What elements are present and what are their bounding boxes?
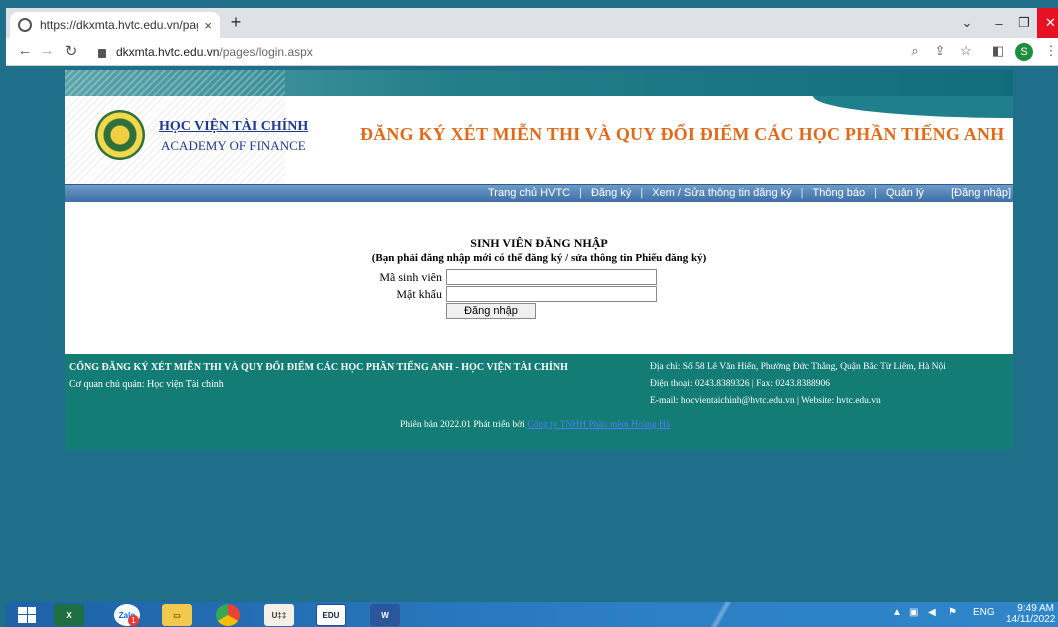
student-id-input[interactable]: [446, 269, 657, 285]
reload-icon[interactable]: ↻: [60, 42, 82, 60]
site-header: HỌC VIỆN TÀI CHÍNH ACADEMY OF FINANCE ĐĂ…: [65, 96, 1013, 184]
profile-avatar[interactable]: S: [1015, 43, 1033, 61]
main-menu: Trang chủ HVTC | Đăng ký | Xem / Sửa thông…: [65, 184, 1013, 202]
network-icon[interactable]: ▣: [909, 607, 918, 618]
browser-tab[interactable]: https://dkxmta.hvtc.edu.vn/page ×: [10, 12, 220, 38]
forward-arrow-icon[interactable]: →: [36, 42, 58, 59]
login-button[interactable]: Đăng nhập: [446, 303, 536, 319]
globe-icon: [18, 18, 32, 32]
school-name-en: ACADEMY OF FINANCE: [161, 138, 306, 153]
file-explorer-icon[interactable]: ▭: [162, 604, 192, 626]
show-hidden-icons-icon[interactable]: ▲: [892, 607, 902, 618]
browser-toolbar: ← → ↻ dkxmta.hvtc.edu.vn/pages/login.asp…: [6, 38, 1058, 66]
word-icon[interactable]: W: [370, 604, 400, 626]
language-indicator[interactable]: ENG: [973, 607, 995, 618]
back-arrow-icon[interactable]: ←: [14, 42, 36, 59]
address-bar[interactable]: dkxmta.hvtc.edu.vn/pages/login.aspx: [98, 42, 888, 62]
zoom-icon[interactable]: ⌕: [906, 43, 924, 59]
footer-phone: Điện thoại: 0243.8389326 | Fax: 0243.838…: [650, 379, 831, 389]
tab-title: https://dkxmta.hvtc.edu.vn/page: [40, 18, 199, 32]
login-panel: SINH VIÊN ĐĂNG NHẬP (Bạn phải đăng nhập …: [65, 202, 1013, 354]
volume-icon[interactable]: ◀: [928, 607, 936, 618]
academy-logo: [95, 110, 145, 160]
side-panel-icon[interactable]: ◧: [989, 43, 1007, 59]
notification-badge: 1: [128, 615, 139, 626]
new-tab-button[interactable]: +: [224, 12, 248, 33]
clock-time: 9:49 AM: [1017, 603, 1054, 614]
developer-link[interactable]: Công ty TNHH Phần mềm Hoàng Hà: [527, 420, 670, 430]
start-button[interactable]: [14, 603, 40, 626]
windows-logo-icon: [18, 606, 36, 623]
footer-owner: Cơ quan chủ quản: Học viện Tài chính: [69, 379, 224, 390]
bookmark-star-icon[interactable]: ☆: [957, 43, 975, 59]
action-center-flag-icon[interactable]: ⚑: [948, 607, 957, 618]
system-clock[interactable]: 9:49 AM 14/11/2022: [1006, 603, 1056, 625]
footer-email: E-mail: hocvientaichinh@hvtc.edu.vn | We…: [650, 396, 881, 406]
tab-close-icon[interactable]: ×: [204, 18, 212, 33]
top-decor-stripe: [65, 70, 1013, 96]
login-note: (Bạn phải đăng nhập mới có thể đăng ký /…: [371, 252, 707, 264]
close-window-button[interactable]: ✕: [1037, 8, 1058, 38]
menu-item-register[interactable]: Đăng ký: [582, 187, 640, 199]
edu-icon[interactable]: EDU: [316, 604, 346, 626]
restore-button[interactable]: ❐: [1011, 8, 1037, 38]
student-id-label: Mã sinh viên: [379, 270, 442, 284]
version-text: Phiên bản 2022.01 Phát triển bởi: [400, 420, 525, 430]
password-input[interactable]: [446, 286, 657, 302]
menu-item-notices[interactable]: Thông báo: [804, 187, 875, 199]
login-link[interactable]: [Đăng nhập]: [951, 187, 1011, 199]
menu-item-manage[interactable]: Quản lý: [877, 187, 933, 199]
minimize-button[interactable]: –: [984, 8, 1014, 38]
school-name-vi[interactable]: HỌC VIỆN TÀI CHÍNH: [159, 119, 308, 135]
share-icon[interactable]: ⇪: [931, 43, 949, 59]
browser-tab-bar: https://dkxmta.hvtc.edu.vn/page × + ⌄ – …: [6, 8, 1058, 38]
banner-title: ĐĂNG KÝ XÉT MIỄN THI VÀ QUY ĐỔI ĐIỂM CÁC…: [360, 124, 1005, 144]
lock-icon: [98, 48, 106, 58]
footer-address: Địa chỉ: Số 58 Lê Văn Hiến, Phường Đức T…: [650, 362, 946, 372]
more-menu-icon[interactable]: ⋮: [1042, 43, 1058, 59]
header-wave-decor: [813, 96, 1013, 118]
web-page: HỌC VIỆN TÀI CHÍNH ACADEMY OF FINANCE ĐĂ…: [65, 70, 1013, 450]
site-footer: CỔNG ĐĂNG KÝ XÉT MIỄN THI VÀ QUY ĐỔI ĐIỂ…: [65, 354, 1013, 450]
ut-maker-icon[interactable]: U‡‡: [264, 604, 294, 626]
menu-item-view-edit[interactable]: Xem / Sửa thông tin đăng ký: [643, 187, 800, 199]
footer-version: Phiên bản 2022.01 Phát triển bởi Công ty…: [400, 420, 670, 430]
excel-icon[interactable]: X: [54, 604, 84, 626]
menu-item-home[interactable]: Trang chủ HVTC: [479, 187, 579, 199]
windows-taskbar: X Zalo 1 ▭ U‡‡ EDU W ▲ ▣ ◀ ⚑ ENG 9:49 AM…: [6, 602, 1058, 627]
footer-title: CỔNG ĐĂNG KÝ XÉT MIỄN THI VÀ QUY ĐỔI ĐIỂ…: [69, 362, 568, 373]
url-host: dkxmta.hvtc.edu.vn: [116, 45, 220, 59]
url-path: /pages/login.aspx: [219, 45, 313, 59]
chrome-icon[interactable]: [216, 604, 240, 626]
password-label: Mật khẩu: [396, 287, 442, 301]
clock-date: 14/11/2022: [1006, 614, 1056, 625]
login-title: SINH VIÊN ĐĂNG NHẬP: [470, 236, 608, 250]
tab-search-chevron-icon[interactable]: ⌄: [952, 8, 982, 38]
